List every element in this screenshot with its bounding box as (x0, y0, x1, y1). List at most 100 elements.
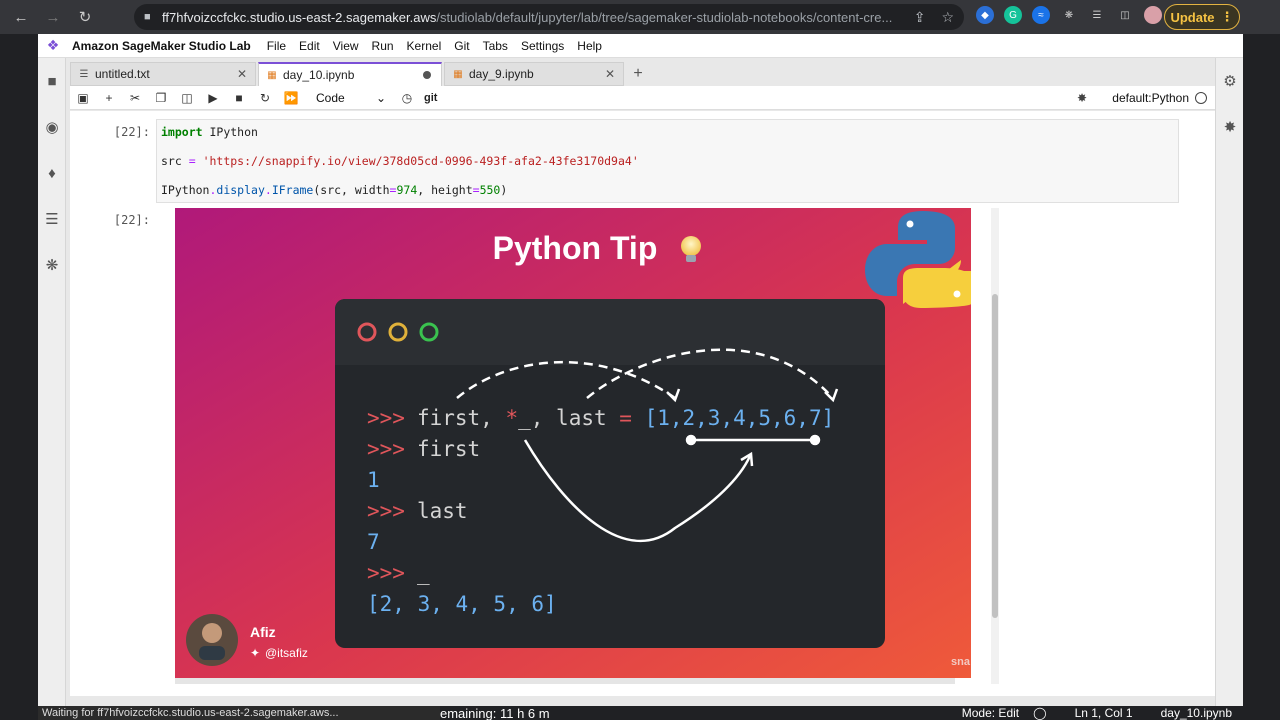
input-prompt: [22]: (113, 125, 150, 139)
menu-kernel[interactable]: Kernel (407, 39, 442, 53)
menubar: ❖ Amazon SageMaker Studio Lab File Edit … (38, 34, 1243, 58)
running-stop-icon[interactable]: ◉ (38, 104, 66, 150)
status-bar-right: Mode: Edit ◯ Ln 1, Col 1 day_10.ipynb (962, 706, 1232, 720)
update-button[interactable]: Update ⋮ (1164, 4, 1240, 30)
save-icon[interactable]: ▣ (70, 87, 96, 109)
horizontal-scrollbar[interactable] (175, 678, 955, 684)
url-host: ff7hfvoizccfckc.studio.us-east-2.sagemak… (162, 9, 437, 25)
menu-edit[interactable]: Edit (299, 39, 320, 53)
share-icon[interactable]: ⇪ (914, 9, 926, 26)
extension-manager-icon[interactable]: ❋ (38, 242, 66, 288)
debugger-icon[interactable]: ✸ (1216, 104, 1244, 150)
cursor-position[interactable]: Ln 1, Col 1 (1075, 706, 1133, 720)
code-line: >>> last (367, 499, 468, 523)
interrupt-stop-icon[interactable]: ■ (226, 87, 252, 109)
cell-type-select[interactable]: Code ⌄ (316, 91, 386, 105)
menu-run[interactable]: Run (372, 39, 394, 53)
watermark: sna (951, 656, 971, 668)
kernel-status-icon (1195, 91, 1207, 104)
loading-status: Waiting for ff7hfvoizccfckc.studio.us-ea… (38, 706, 440, 720)
shield-icon: ◯ (1033, 706, 1047, 720)
puzzle-icon[interactable]: ❋ (1060, 6, 1078, 24)
cell-type-value: Code (316, 90, 345, 105)
menu-tabs[interactable]: Tabs (483, 39, 508, 53)
git-icon[interactable]: ♦ (38, 150, 66, 196)
slide-title: Python Tip (493, 230, 658, 266)
code-output-value: [2, 3, 4, 5, 6] (367, 592, 557, 616)
edit-mode[interactable]: Mode: Edit (962, 706, 1019, 720)
tab-untitled-txt[interactable]: ☰ untitled.txt ✕ (70, 62, 256, 86)
bookmark-star-icon[interactable]: ☆ (941, 9, 954, 26)
back-icon[interactable]: ← (10, 6, 32, 28)
menu-view[interactable]: View (333, 39, 359, 53)
git-label[interactable]: git (424, 92, 437, 104)
profile-avatar[interactable] (1144, 6, 1162, 24)
vertical-scrollbar[interactable] (991, 208, 999, 684)
document-tabbar: ☰ untitled.txt ✕ ▦ day_10.ipynb ▦ day_9.… (70, 62, 1215, 86)
titlebar-fill (335, 348, 885, 365)
code-line-3: IPython.display.IFrame(src, width=974, h… (161, 183, 508, 197)
app-name: Amazon SageMaker Studio Lab (72, 38, 251, 53)
chevron-down-icon: ⌄ (375, 90, 386, 105)
tab-day-9[interactable]: ▦ day_9.ipynb ✕ (444, 62, 624, 86)
menu-settings[interactable]: Settings (521, 39, 564, 53)
run-all-fast-forward-icon[interactable]: ⏩ (278, 87, 304, 109)
clock-history-icon[interactable]: ◷ (394, 87, 420, 109)
kernel-name[interactable]: default:Python (1112, 91, 1189, 105)
output-prompt: [22]: (113, 213, 150, 227)
forward-icon[interactable]: → (42, 6, 64, 28)
table-of-contents-icon[interactable]: ☰ (38, 196, 66, 242)
browser-chrome: ← → ↻ ■ ff7hfvoizccfckc.studio.us-east-2… (0, 0, 1280, 34)
grammarly-icon[interactable]: G (1004, 6, 1022, 24)
text-file-icon: ☰ (79, 68, 89, 80)
paste-icon[interactable]: ◫ (174, 87, 200, 109)
menu-help[interactable]: Help (577, 39, 602, 53)
close-icon[interactable]: ✕ (605, 67, 615, 81)
menu-file[interactable]: File (267, 39, 286, 53)
close-icon[interactable]: ✕ (237, 67, 247, 81)
twitter-bird-icon: ✦ (250, 646, 260, 660)
reload-icon[interactable]: ↻ (74, 6, 96, 28)
copy-icon[interactable]: ❐ (148, 87, 174, 109)
kebab-menu-icon[interactable]: ⋮ (1221, 9, 1234, 25)
iframe-output[interactable]: Python Tip >>> first, *_, last = [1,2,3,… (175, 208, 971, 678)
code-line: >>> first, *_, last = [1,2,3,4,5,6,7] (367, 406, 834, 430)
new-tab-plus-icon[interactable]: + (626, 62, 650, 86)
notebook-icon: ▦ (453, 68, 463, 80)
sidepanel-icon[interactable]: ◫ (1116, 6, 1134, 24)
tab-label: untitled.txt (95, 67, 150, 81)
code-output-value: 1 (367, 468, 380, 492)
menu-git[interactable]: Git (454, 39, 469, 53)
right-sidebar: ⚙ ✸ (1215, 58, 1243, 706)
extension-wave-icon[interactable]: ≈ (1032, 6, 1050, 24)
folder-icon[interactable]: ■ (38, 58, 66, 104)
code-line: >>> first (367, 437, 480, 461)
range-end-dot (809, 434, 821, 446)
scrollbar-thumb[interactable] (992, 294, 998, 618)
range-start-dot (685, 434, 697, 446)
run-play-icon[interactable]: ▶ (200, 87, 226, 109)
studio-lab-logo-icon: ❖ (46, 37, 60, 53)
author-name: Afiz (250, 624, 276, 640)
code-line: >>> _ (367, 561, 430, 585)
notebook-toolbar: ▣ + ✂ ❐ ◫ ▶ ■ ↻ ⏩ Code ⌄ ◷ git ✸ default… (70, 86, 1215, 110)
tab-day-10[interactable]: ▦ day_10.ipynb (258, 62, 442, 86)
python-tip-slide: Python Tip >>> first, *_, last = [1,2,3,… (175, 208, 971, 678)
media-queue-icon[interactable]: ☰ (1088, 6, 1106, 24)
insert-cell-plus-icon[interactable]: + (96, 87, 122, 109)
address-bar[interactable]: ■ ff7hfvoizccfckc.studio.us-east-2.sagem… (134, 4, 964, 30)
restart-icon[interactable]: ↻ (252, 87, 278, 109)
tab-label: day_10.ipynb (283, 68, 355, 82)
lock-icon: ■ (144, 11, 151, 23)
avatar-face (202, 623, 222, 643)
property-inspector-icon[interactable]: ⚙ (1216, 58, 1244, 104)
code-cell-editor[interactable]: import IPython src = 'https://snappify.i… (156, 119, 1179, 203)
current-file: day_10.ipynb (1160, 706, 1232, 720)
session-remaining: emaining: 11 h 6 m (440, 706, 550, 720)
code-line-1: import IPython (161, 125, 258, 139)
debug-bug-icon[interactable]: ✸ (1077, 91, 1087, 105)
unsaved-dot-icon[interactable] (423, 71, 431, 79)
avatar-shirt (199, 646, 225, 660)
cut-scissors-icon[interactable]: ✂ (122, 87, 148, 109)
extension-diamond-icon[interactable]: ◆ (976, 6, 994, 24)
